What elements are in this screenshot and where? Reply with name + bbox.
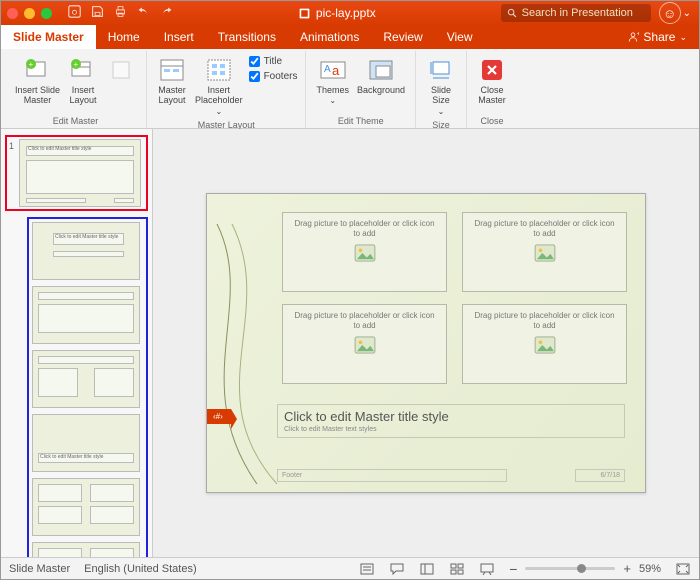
slide-size-button[interactable]: Slide Size⌄ <box>424 54 458 118</box>
comments-button[interactable] <box>389 562 405 576</box>
zoom-control: − + 59% <box>509 561 661 577</box>
presentation-file-icon <box>298 7 311 20</box>
insert-slide-master-button[interactable]: + Insert Slide Master <box>13 54 62 108</box>
zoom-percent[interactable]: 59% <box>639 563 661 575</box>
svg-text:+: + <box>28 60 33 69</box>
search-icon <box>507 8 518 19</box>
print-icon[interactable] <box>114 5 127 21</box>
window-controls <box>7 8 52 19</box>
slide-editor[interactable]: Drag picture to placeholder or click ico… <box>153 129 699 557</box>
layout-thumbnail[interactable] <box>32 542 140 557</box>
close-master-button[interactable]: Close Master <box>475 54 509 108</box>
picture-icon <box>354 244 376 262</box>
layout-thumbnail[interactable]: Click to edit Master title style <box>32 414 140 472</box>
picture-icon <box>534 244 556 262</box>
group-label-edit-master: Edit Master <box>53 114 99 128</box>
ribbon-group-edit-theme: Aa Themes⌄ Background Edit Theme <box>306 51 416 128</box>
filename-label: pic-lay.pptx <box>316 6 376 20</box>
svg-text:+: + <box>637 32 639 38</box>
background-button[interactable]: Background <box>355 54 407 97</box>
share-button[interactable]: + Share ⌄ <box>615 25 699 49</box>
ribbon-group-close: Close Master Close <box>467 51 517 128</box>
editor-body: 1 Click to edit Master title style Click… <box>1 129 699 557</box>
fit-to-window-button[interactable] <box>675 562 691 576</box>
chevron-down-icon[interactable]: ⌄ <box>683 8 691 19</box>
master-thumbnail-highlight: 1 Click to edit Master title style <box>5 135 148 211</box>
group-label-close: Close <box>481 114 504 128</box>
layout-thumbnail[interactable] <box>32 350 140 408</box>
tab-transitions[interactable]: Transitions <box>206 25 288 49</box>
autosave-icon[interactable] <box>68 5 81 21</box>
themes-button[interactable]: Aa Themes⌄ <box>314 54 351 108</box>
normal-view-button[interactable] <box>419 562 435 576</box>
picture-placeholder[interactable]: Drag picture to placeholder or click ico… <box>462 212 627 292</box>
picture-icon <box>534 336 556 354</box>
layout-thumbnail[interactable]: Click to edit Master title style <box>32 222 140 280</box>
share-label: Share <box>643 30 675 44</box>
insert-layout-button[interactable]: + Insert Layout <box>66 54 100 108</box>
layout-thumbnail[interactable] <box>32 286 140 344</box>
master-number: 1 <box>9 139 19 207</box>
quick-access-toolbar <box>68 5 173 21</box>
layout-thumbnail[interactable] <box>32 478 140 536</box>
svg-text:a: a <box>332 63 340 78</box>
tab-home[interactable]: Home <box>96 25 152 49</box>
ribbon: + Insert Slide Master + Insert Layout Ed… <box>1 49 699 129</box>
layout-thumbnails-highlight: Click to edit Master title style Click t… <box>27 217 148 557</box>
date-placeholder[interactable]: 6/7/18 <box>575 469 625 482</box>
svg-text:A: A <box>324 64 331 75</box>
account-button[interactable]: ☺ <box>659 2 681 24</box>
master-layout-button[interactable]: Master Layout <box>155 54 189 108</box>
zoom-out-button[interactable]: − <box>509 561 517 577</box>
redo-icon[interactable] <box>160 5 173 21</box>
status-bar: Slide Master English (United States) − +… <box>1 557 699 579</box>
insert-placeholder-button[interactable]: Insert Placeholder⌄ <box>193 54 245 118</box>
tab-slide-master[interactable]: Slide Master <box>1 25 96 49</box>
maximize-window-button[interactable] <box>41 8 52 19</box>
ribbon-group-size: Slide Size⌄ Size <box>416 51 467 128</box>
sorter-view-button[interactable] <box>449 562 465 576</box>
master-thumbnail[interactable]: Click to edit Master title style <box>19 139 141 207</box>
search-placeholder: Search in Presentation <box>522 7 633 19</box>
footers-checkbox[interactable]: Footers <box>249 71 298 82</box>
thumbnail-panel[interactable]: 1 Click to edit Master title style Click… <box>1 129 153 557</box>
delete-button[interactable] <box>104 54 138 86</box>
undo-icon[interactable] <box>137 5 150 21</box>
ribbon-group-edit-master: + Insert Slide Master + Insert Layout Ed… <box>5 51 147 128</box>
share-icon: + <box>627 31 639 43</box>
picture-placeholder[interactable]: Drag picture to placeholder or click ico… <box>282 212 447 292</box>
save-icon[interactable] <box>91 5 104 21</box>
status-language[interactable]: English (United States) <box>84 563 197 575</box>
search-input[interactable]: Search in Presentation <box>501 4 651 22</box>
document-title: pic-lay.pptx <box>173 6 501 20</box>
tab-insert[interactable]: Insert <box>152 25 206 49</box>
tab-review[interactable]: Review <box>371 25 434 49</box>
picture-placeholder[interactable]: Drag picture to placeholder or click ico… <box>282 304 447 384</box>
title-checkbox[interactable]: Title <box>249 56 298 67</box>
picture-icon <box>354 336 376 354</box>
footer-placeholder[interactable]: Footer <box>277 469 507 482</box>
status-view-label: Slide Master <box>9 563 70 575</box>
ribbon-tabs: Slide Master Home Insert Transitions Ani… <box>1 25 699 49</box>
ribbon-group-master-layout: Master Layout Insert Placeholder⌄ Title … <box>147 51 306 128</box>
svg-text:+: + <box>74 60 79 69</box>
title-placeholder[interactable]: Click to edit Master title style Click t… <box>277 404 625 438</box>
close-window-button[interactable] <box>7 8 18 19</box>
tab-animations[interactable]: Animations <box>288 25 371 49</box>
tab-view[interactable]: View <box>435 25 485 49</box>
picture-placeholder[interactable]: Drag picture to placeholder or click ico… <box>462 304 627 384</box>
slide-number-ribbon[interactable]: ‹#› <box>207 409 231 424</box>
zoom-in-button[interactable]: + <box>623 561 631 576</box>
slideshow-button[interactable] <box>479 562 495 576</box>
slide-canvas[interactable]: Drag picture to placeholder or click ico… <box>206 193 646 493</box>
group-label-edit-theme: Edit Theme <box>338 114 384 128</box>
minimize-window-button[interactable] <box>24 8 35 19</box>
notes-button[interactable] <box>359 562 375 576</box>
zoom-slider[interactable] <box>525 567 615 570</box>
chevron-down-icon: ⌄ <box>679 32 687 43</box>
window-titlebar: pic-lay.pptx Search in Presentation ☺ ⌄ <box>1 1 699 25</box>
